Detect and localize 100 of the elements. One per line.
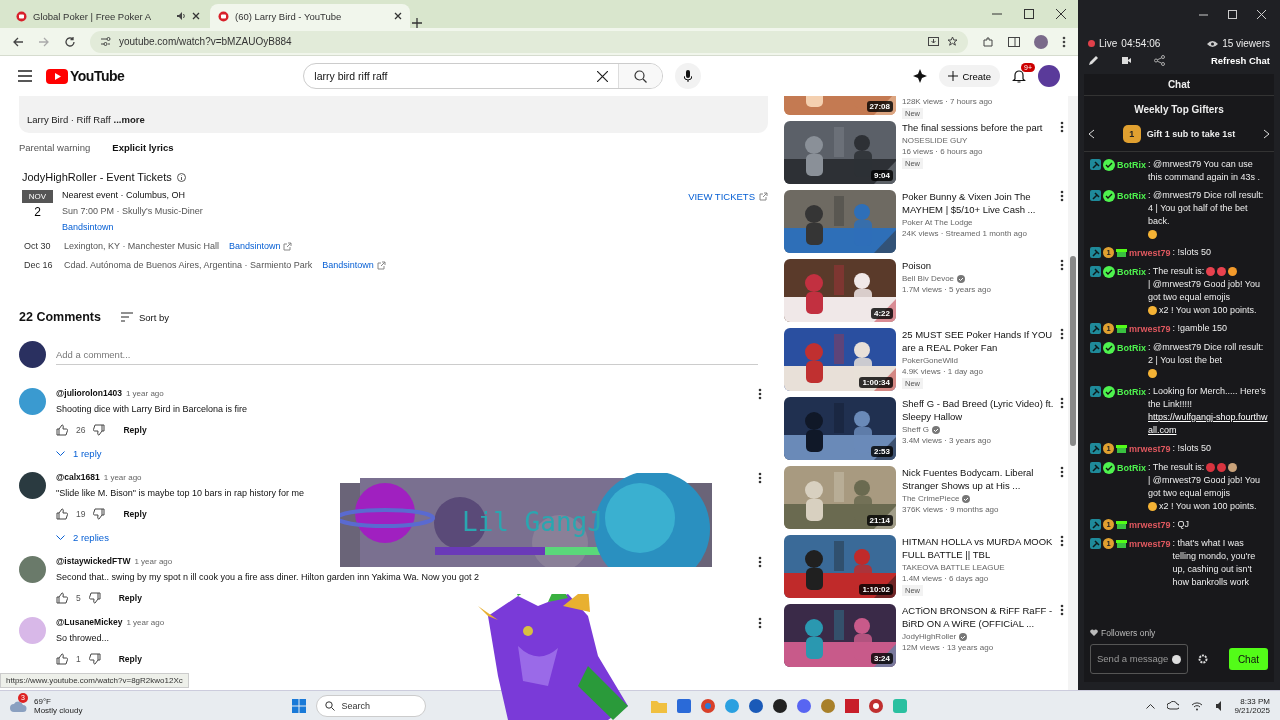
video-duration: 9:04	[871, 170, 893, 181]
send-chat-button[interactable]: Chat	[1228, 648, 1268, 670]
live-label: Live	[1099, 38, 1118, 49]
chat-username[interactable]: BotRix	[1117, 462, 1146, 475]
youtube-logo[interactable]: YouTube	[46, 68, 125, 84]
refresh-chat-button[interactable]: Refresh Chat	[1210, 55, 1270, 66]
comment-time: 1 year ago	[126, 618, 165, 627]
comment-author[interactable]: @istaywickedFTW	[56, 556, 131, 566]
chat-message-text: : @mrwest79 You can use this command again in 43s .	[1148, 158, 1262, 184]
like-count: 1	[76, 654, 81, 664]
event-month: NOV	[22, 190, 53, 203]
message-field[interactable]: Send a message	[1090, 644, 1188, 674]
reply-button[interactable]: Reply	[118, 593, 142, 603]
like-count: 26	[76, 425, 86, 435]
temperature: 69°F	[34, 696, 52, 706]
clock-time: 8:33 PM	[1240, 696, 1270, 706]
chat-username[interactable]: mrwest79	[1129, 323, 1171, 336]
video-title[interactable]: HITMAN HOLLA vs MURDA MOOK FULL BATTLE || TBL	[902, 535, 1054, 561]
video-meta: 12M views · 13 years ago	[902, 643, 994, 652]
video-title[interactable]: 25 MUST SEE Poker Hands If YOU are a REAL Poker Fan	[902, 328, 1054, 354]
chat-message-text: : @mrwest79 Dice roll result: 2 | You lost the bet	[1148, 341, 1265, 367]
event-date: Dec 16	[24, 260, 54, 270]
view-tickets-link[interactable]: VIEW TICKETS	[688, 190, 768, 202]
video-meta: 24K views · Streamed 1 month ago	[902, 229, 1027, 238]
event-location: Lexington, KY · Manchester Music Hall	[64, 241, 219, 251]
warning-value: Explicit lyrics	[112, 141, 174, 153]
video-title[interactable]: Sheff G - Bad Breed (Lyric Video) ft. Sleepy Hallow	[902, 397, 1054, 423]
comment-text: "Slide like M. Bison" is maybe top 10 bars in rap history for me	[56, 488, 305, 498]
chat-username[interactable]: BotRix	[1117, 342, 1146, 355]
comment-field[interactable]: Add a comment...	[56, 344, 758, 365]
video-title[interactable]: Nick Fuentes Bodycam. Liberal Stranger Shows up at His ...	[902, 466, 1054, 492]
reply-button[interactable]: Reply	[123, 509, 147, 519]
uptime: 04:54:06	[1121, 38, 1161, 49]
browser-tab[interactable]: Global Poker | Free Poker A	[8, 4, 208, 28]
chat-username[interactable]: mrwest79	[1129, 443, 1171, 456]
reply-button[interactable]: Reply	[123, 425, 147, 435]
comment-time: 1 year ago	[134, 557, 173, 566]
chat-message-text: : !gamble 150	[1172, 322, 1228, 335]
channel-name[interactable]: TAKEOVA BATTLE LEAGUE	[902, 563, 1005, 572]
chat-mode: Followers only	[1101, 628, 1156, 638]
comment-time: 1 year ago	[103, 473, 142, 482]
sort-button[interactable]: Sort by	[121, 311, 170, 323]
chat-username[interactable]: mrwest79	[1129, 519, 1171, 532]
reply-button[interactable]: Reply	[118, 654, 142, 664]
channel-name[interactable]: The CrimePiece	[902, 494, 960, 503]
comment-author[interactable]: @LusaneMickey	[56, 617, 123, 627]
event-date: Oct 30	[24, 241, 52, 251]
replies-button[interactable]: 2 replies	[56, 532, 109, 543]
video-title[interactable]: ACTiON BRONSON & RiFF RaFF - BiRD ON A WiRE (OFFICiAL ...	[902, 604, 1054, 630]
chat-username[interactable]: mrwest79	[1129, 538, 1171, 551]
more-link[interactable]: ...more	[113, 114, 145, 125]
channel-name[interactable]: Poker At The Lodge	[902, 218, 973, 227]
video-meta: 376K views · 9 months ago	[902, 505, 999, 514]
bandsintown-link[interactable]: Bandsintown	[62, 222, 689, 232]
replies-button[interactable]: 1 reply	[56, 448, 102, 459]
video-duration: 1:00:34	[859, 377, 893, 388]
gifter-rank-badge: 1	[1122, 125, 1141, 143]
video-title[interactable]: The final sessions before the part	[902, 121, 1054, 134]
video-title[interactable]: Poison	[902, 259, 1054, 272]
channel-name[interactable]: Sheff G	[902, 425, 929, 434]
channel-name[interactable]: PokerGoneWild	[902, 356, 959, 365]
chat-username[interactable]: BotRix	[1117, 266, 1146, 279]
chat-username[interactable]: BotRix	[1117, 190, 1146, 203]
video-title[interactable]: Poker Bunny & Vixen Join The MAYHEM | $5/10+ Live Cash ...	[902, 190, 1054, 216]
channel-name[interactable]: NOSESLIDE GUY	[902, 136, 968, 145]
browser-tab[interactable]: (60) Larry Bird - YouTube	[210, 4, 410, 28]
chat-message-text: : Looking for Merch..... Here's the Link!!!!!	[1148, 385, 1267, 411]
event-location: Nearest event · Columbus, OH	[62, 190, 187, 200]
comment-time: 1 year ago	[125, 389, 164, 398]
video-meta: 128K views · 7 hours ago	[902, 97, 993, 106]
video-meta: 3.4M views · 3 years ago	[902, 436, 991, 445]
gifters-text: Gift 1 sub to take 1st	[1146, 129, 1236, 139]
status-url: https://www.youtube.com/watch?v=8gR2kwo12Xc	[0, 673, 189, 688]
video-duration: 3:24	[871, 653, 893, 664]
comment-author[interactable]: @juliorolon1403	[56, 388, 122, 398]
bandsintown-link[interactable]: Bandsintown	[228, 241, 293, 251]
taskbar-search[interactable]: Search	[316, 694, 427, 717]
chat-message-text: : that's what I was telling mondo, you're up, cashing out isn't how bankrolls work	[1172, 537, 1257, 589]
description-text: Larry Bird · Riff Raff	[27, 114, 111, 125]
video-duration: 4:22	[871, 308, 893, 319]
video-meta: 1.7M views · 5 years ago	[902, 285, 991, 294]
video-duration: 2:53	[871, 446, 893, 457]
address-bar[interactable]: youtube.com/watch?v=bMZAUOyB884	[90, 30, 968, 53]
bandsintown-link[interactable]: Bandsintown	[322, 260, 386, 270]
warning-label: Parental warning	[19, 141, 91, 153]
chat-username[interactable]: BotRix	[1117, 386, 1146, 399]
chat-message-text: : !slots 50	[1172, 442, 1212, 455]
create-button[interactable]: Create	[939, 65, 1000, 87]
merch-link[interactable]: https://wulfgangj-shop.fourthwall.com	[1148, 411, 1270, 437]
comment-count: 22 Comments	[19, 310, 101, 324]
channel-name[interactable]: Bell Biv Devoe	[902, 274, 955, 283]
channel-name[interactable]: JodyHighRoller	[902, 632, 957, 641]
video-duration: 27:08	[866, 101, 893, 112]
chat-message-text: x2 ! You won 100 points.	[1159, 304, 1257, 317]
chat-username[interactable]: BotRix	[1117, 159, 1146, 172]
video-duration: 21:14	[866, 515, 893, 526]
chat-username[interactable]: mrwest79	[1129, 247, 1171, 260]
comment-author[interactable]: @calx1681	[56, 472, 100, 482]
comment-text: Second that.. swing by my spot n ill cook you a fire ass diner. Hilton garden inn Yakima Wa. Now you got 2	[56, 572, 481, 582]
comment-text: So throwed...	[56, 633, 111, 643]
